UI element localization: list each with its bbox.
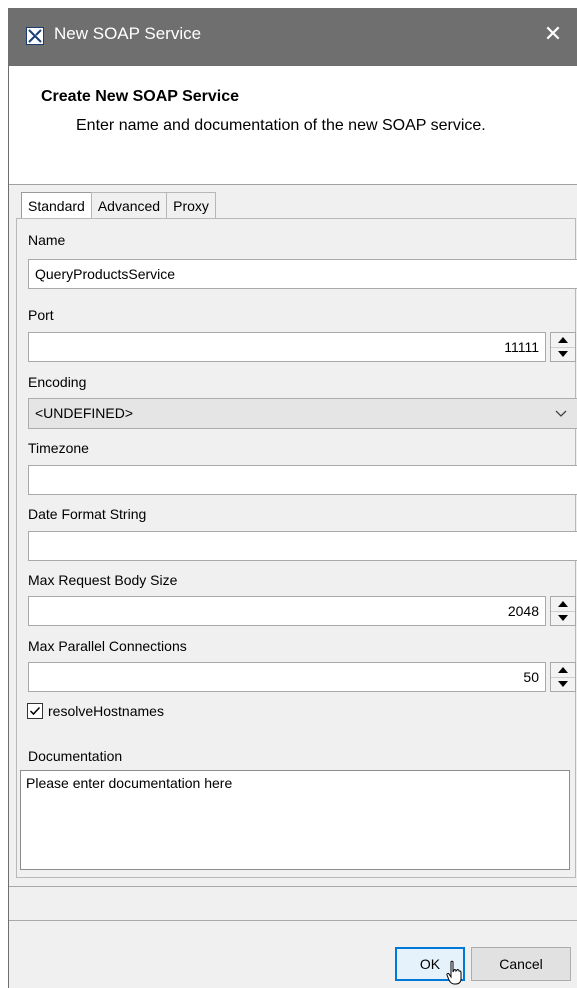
timezone-label: Timezone (28, 440, 89, 456)
port-spinner (550, 332, 576, 362)
name-field[interactable]: QueryProductsService (28, 259, 577, 289)
dialog-window: New SOAP Service ✕ Create New SOAP Servi… (8, 8, 577, 988)
title-bar: New SOAP Service ✕ (9, 8, 577, 66)
resolve-hostnames-checkbox[interactable] (27, 703, 43, 719)
timezone-field[interactable] (28, 465, 577, 495)
name-label: Name (28, 232, 66, 248)
tab-standard[interactable]: Standard (21, 192, 92, 218)
resolve-hostnames-row: resolveHostnames (27, 701, 164, 721)
max-request-body-label: Max Request Body Size (28, 572, 178, 588)
tab-strip: Standard Advanced Proxy (21, 192, 216, 218)
tab-advanced[interactable]: Advanced (90, 192, 168, 218)
close-icon[interactable]: ✕ (539, 20, 567, 48)
window-title: New SOAP Service (54, 24, 202, 43)
divider (9, 920, 577, 921)
max-parallel-field[interactable]: 50 (28, 662, 546, 692)
header-title: Create New SOAP Service (41, 88, 240, 105)
spin-down-icon[interactable] (551, 677, 575, 691)
spin-up-icon[interactable] (551, 597, 575, 612)
max-parallel-label: Max Parallel Connections (28, 638, 187, 654)
documentation-label: Documentation (28, 748, 123, 764)
cancel-button[interactable]: Cancel (471, 947, 571, 981)
max-parallel-spinner (550, 662, 576, 692)
port-field[interactable]: 11111 (28, 332, 546, 362)
app-icon (26, 27, 44, 45)
documentation-field[interactable]: Please enter documentation here (20, 770, 570, 870)
spin-up-icon[interactable] (551, 663, 575, 678)
divider (9, 886, 577, 887)
chevron-down-icon (555, 399, 567, 439)
encoding-select[interactable]: <UNDEFINED> (28, 398, 577, 429)
max-request-body-field[interactable]: 2048 (28, 596, 546, 626)
resolve-hostnames-label[interactable]: resolveHostnames (48, 703, 164, 719)
encoding-label: Encoding (28, 374, 87, 390)
date-format-label: Date Format String (28, 506, 147, 522)
mouse-cursor-icon (446, 960, 462, 985)
port-label: Port (28, 307, 54, 323)
spin-down-icon[interactable] (551, 347, 575, 361)
date-format-field[interactable] (28, 531, 577, 561)
header-description: Enter name and documentation of the new … (76, 117, 486, 134)
spin-down-icon[interactable] (551, 611, 575, 625)
encoding-value: <UNDEFINED> (35, 405, 134, 421)
dialog-header: Create New SOAP Service Enter name and d… (9, 66, 577, 185)
tab-proxy[interactable]: Proxy (166, 192, 216, 218)
max-request-body-spinner (550, 596, 576, 626)
spin-up-icon[interactable] (551, 333, 575, 348)
